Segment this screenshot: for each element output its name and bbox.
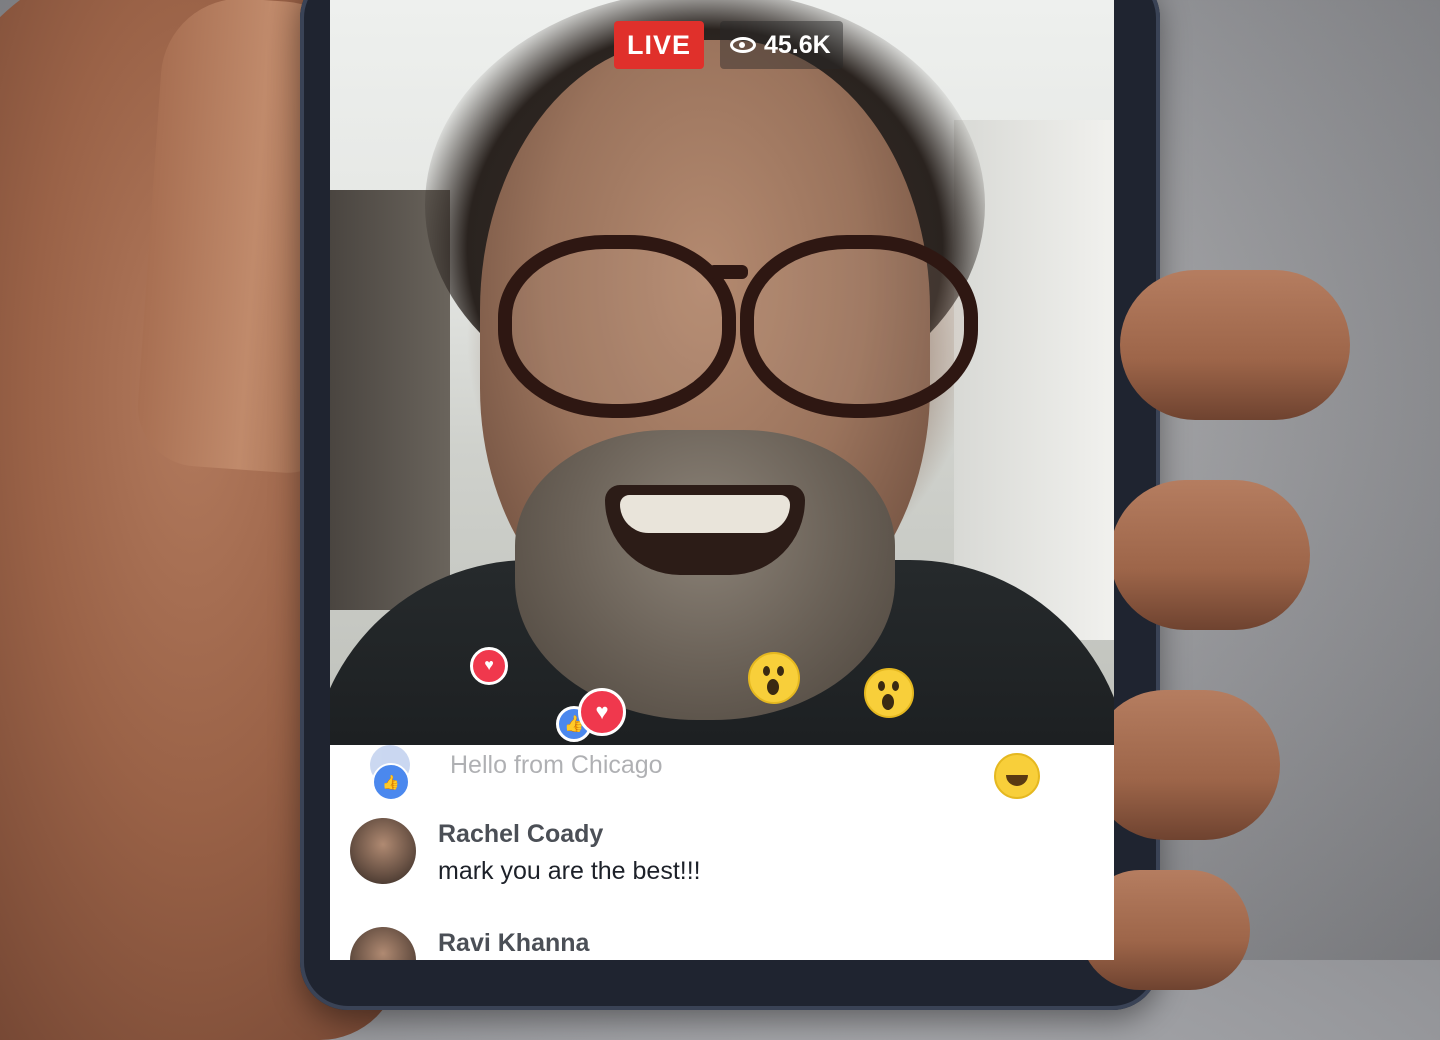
viewer-count: 45.6K [720, 21, 843, 69]
comment-item[interactable]: Ravi Khanna [350, 927, 589, 960]
heart-reaction-icon: ♥ [470, 647, 508, 685]
viewer-count-text: 45.6K [764, 30, 831, 59]
glasses-right-lens [740, 235, 978, 418]
wow-reaction-icon [748, 652, 800, 704]
comment-text: mark you are the best!!! [438, 857, 701, 885]
finger-2 [1110, 480, 1310, 630]
eye-icon [730, 37, 756, 53]
comments-feed[interactable]: Hello from Chicago 👍 Rachel Coady mark y… [330, 745, 1114, 960]
wow-reaction-icon [864, 668, 914, 718]
comment-author[interactable]: Ravi Khanna [438, 929, 589, 958]
avatar[interactable] [350, 927, 416, 960]
like-reaction-icon: 👍 [372, 763, 410, 801]
finger-1 [1120, 270, 1350, 420]
comment-faded: Hello from Chicago [370, 745, 663, 785]
person-teeth [620, 495, 790, 533]
finger-3 [1090, 690, 1280, 840]
person-beard [515, 430, 895, 720]
comment-item[interactable]: Rachel Coady mark you are the best!!! [350, 818, 701, 886]
heart-reaction-icon: ♥ [578, 688, 626, 736]
live-video[interactable]: LIVE 45.6K ♥ 👍 ♥ [330, 0, 1114, 780]
comment-author[interactable]: Rachel Coady [438, 820, 701, 849]
comment-text: Hello from Chicago [450, 750, 663, 779]
live-badge: LIVE [614, 21, 704, 69]
avatar[interactable] [350, 818, 416, 884]
phone-screen: LIVE 45.6K ♥ 👍 ♥ Hello from Chicago 👍 Ra… [330, 0, 1114, 960]
haha-reaction-icon [994, 753, 1040, 799]
glasses-left-lens [498, 235, 736, 418]
glasses-bridge [708, 265, 748, 279]
